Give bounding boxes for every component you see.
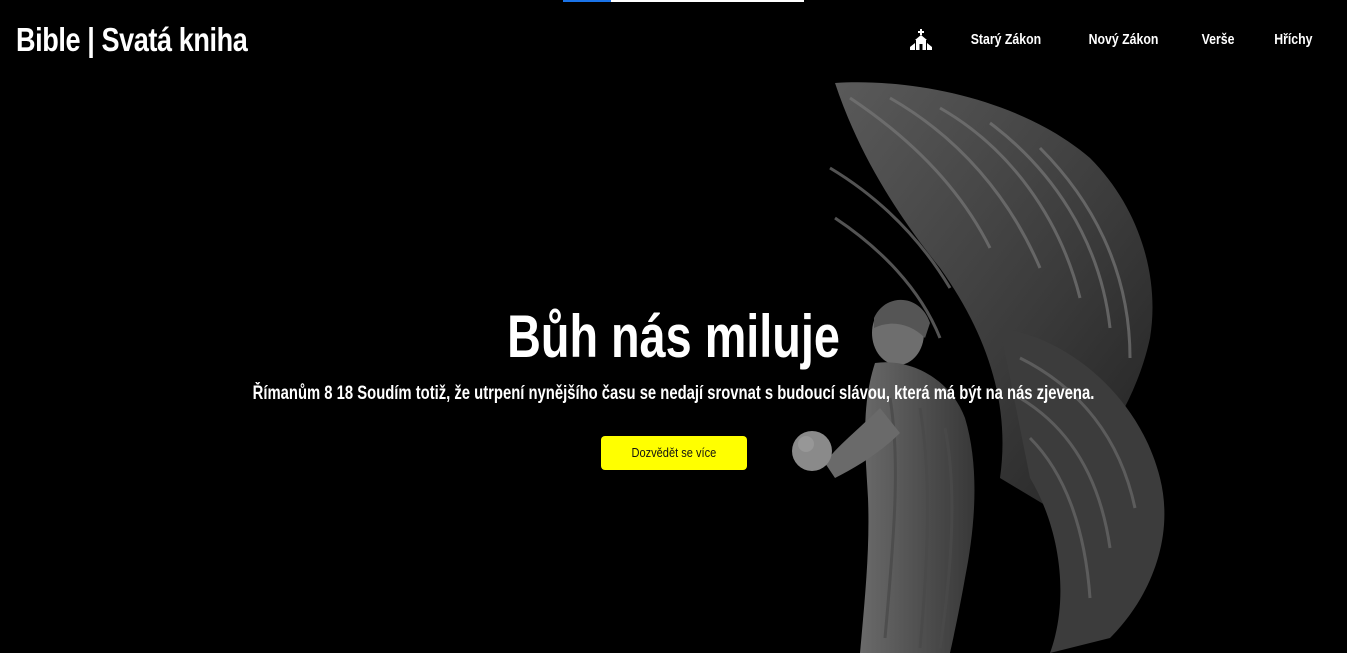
main-nav: Starý Zákon Nový Zákon Verše Hříchy <box>909 28 1317 52</box>
hero-title: Bůh nás miluje <box>507 303 840 370</box>
site-brand[interactable]: Bible | Svatá kniha <box>16 20 248 60</box>
page-progress-fill <box>563 0 612 2</box>
nav-link-novy-zakon[interactable]: Nový Zákon <box>1089 28 1159 52</box>
page-progress-bar <box>563 0 804 2</box>
learn-more-label: Dozvědět se více <box>631 445 717 460</box>
nav-link-verse[interactable]: Verše <box>1202 28 1235 52</box>
hero-verse: Římanům 8 18 Soudím totiž, že utrpení ny… <box>252 383 1095 404</box>
nav-link-hrichy[interactable]: Hříchy <box>1275 28 1313 52</box>
page: Bible | Svatá kniha Starý Zákon Nový Zák… <box>0 0 1347 653</box>
church-icon[interactable] <box>909 28 933 52</box>
nav-link-stary-zakon[interactable]: Starý Zákon <box>971 28 1041 52</box>
learn-more-button[interactable]: Dozvědět se více <box>601 436 747 470</box>
